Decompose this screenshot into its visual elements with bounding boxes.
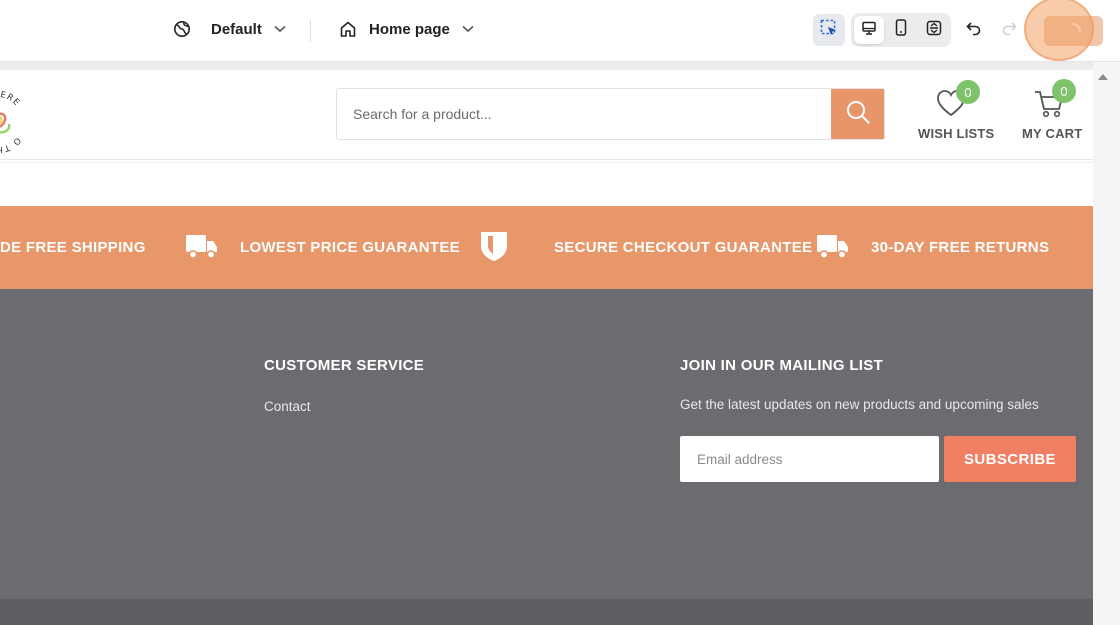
email-field[interactable]	[680, 436, 939, 482]
editor-toolbar: Default Home page	[0, 0, 1120, 62]
logo-text-top: TA HERE	[0, 90, 21, 109]
footer-bottom-bar	[0, 599, 1093, 625]
home-icon	[339, 20, 357, 38]
feature-label: DE FREE SHIPPING	[0, 239, 146, 256]
search-icon	[845, 99, 871, 130]
redo-button[interactable]	[993, 14, 1025, 46]
scroll-up-arrow-icon[interactable]	[1098, 74, 1108, 80]
mailing-list-title: JOIN IN OUR MAILING LIST	[680, 357, 884, 374]
theme-selector[interactable]: Default	[173, 20, 286, 38]
svg-text:TA HERE: TA HERE	[0, 90, 22, 109]
header-divider	[0, 162, 1093, 163]
truck-icon	[185, 232, 240, 264]
feature-item: DE FREE SHIPPING	[0, 206, 146, 289]
logo-text-bottom: O THERE	[0, 135, 21, 154]
features-strip: DE FREE SHIPPING LOWEST PRICE GUARANTEE …	[0, 206, 1093, 289]
svg-text:O THERE: O THERE	[0, 135, 22, 154]
mobile-icon	[894, 19, 908, 41]
subscribe-button[interactable]: SUBSCRIBE	[944, 436, 1076, 482]
select-cursor-icon	[819, 18, 839, 43]
mobile-view-button[interactable]	[886, 15, 916, 45]
feature-item: LOWEST PRICE GUARANTEE	[185, 206, 460, 289]
fullscreen-view-button[interactable]	[919, 15, 949, 45]
desktop-view-button[interactable]	[854, 16, 884, 44]
redo-icon	[1000, 19, 1018, 42]
preview-canvas: TA HERE O THERE 0 WISH LISTS	[0, 70, 1093, 625]
chevron-down-icon	[274, 25, 286, 33]
store-logo[interactable]: TA HERE O THERE	[0, 80, 41, 160]
shield-icon	[480, 230, 530, 266]
cart-count-badge: 0	[1052, 79, 1076, 103]
click-highlight	[1024, 0, 1094, 61]
product-search	[336, 88, 885, 140]
toolbar-separator	[310, 20, 311, 42]
store-header: TA HERE O THERE 0 WISH LISTS	[0, 70, 1093, 160]
cart-label: MY CART	[1022, 126, 1083, 141]
feature-item: SECURE CHECKOUT GUARANTEE	[480, 206, 812, 289]
page-label: Home page	[369, 20, 450, 38]
page-selector[interactable]: Home page	[339, 20, 474, 38]
theme-label: Default	[211, 20, 262, 38]
feature-label: LOWEST PRICE GUARANTEE	[240, 239, 460, 256]
wishlist-count-badge: 0	[956, 80, 980, 104]
globe-icon	[173, 20, 191, 38]
wishlist-label: WISH LISTS	[918, 126, 995, 141]
expand-vertical-icon	[926, 20, 942, 41]
customer-service-title: CUSTOMER SERVICE	[264, 357, 425, 374]
search-input[interactable]	[337, 89, 832, 139]
feature-item: 30-DAY FREE RETURNS	[816, 206, 1049, 289]
chevron-down-icon	[462, 25, 474, 33]
truck-icon	[816, 232, 871, 264]
preview-scrollbar[interactable]	[1093, 62, 1120, 625]
search-button[interactable]	[831, 89, 884, 139]
feature-label: 30-DAY FREE RETURNS	[871, 239, 1050, 256]
select-element-button[interactable]	[813, 14, 845, 46]
undo-button[interactable]	[958, 14, 990, 46]
mailing-list-description: Get the latest updates on new products a…	[680, 397, 1039, 412]
contact-link[interactable]: Contact	[264, 399, 311, 414]
feature-label: SECURE CHECKOUT GUARANTEE	[554, 239, 813, 256]
store-footer: CUSTOMER SERVICE Contact JOIN IN OUR MAI…	[0, 289, 1093, 599]
undo-icon	[965, 19, 983, 42]
desktop-icon	[861, 20, 877, 41]
